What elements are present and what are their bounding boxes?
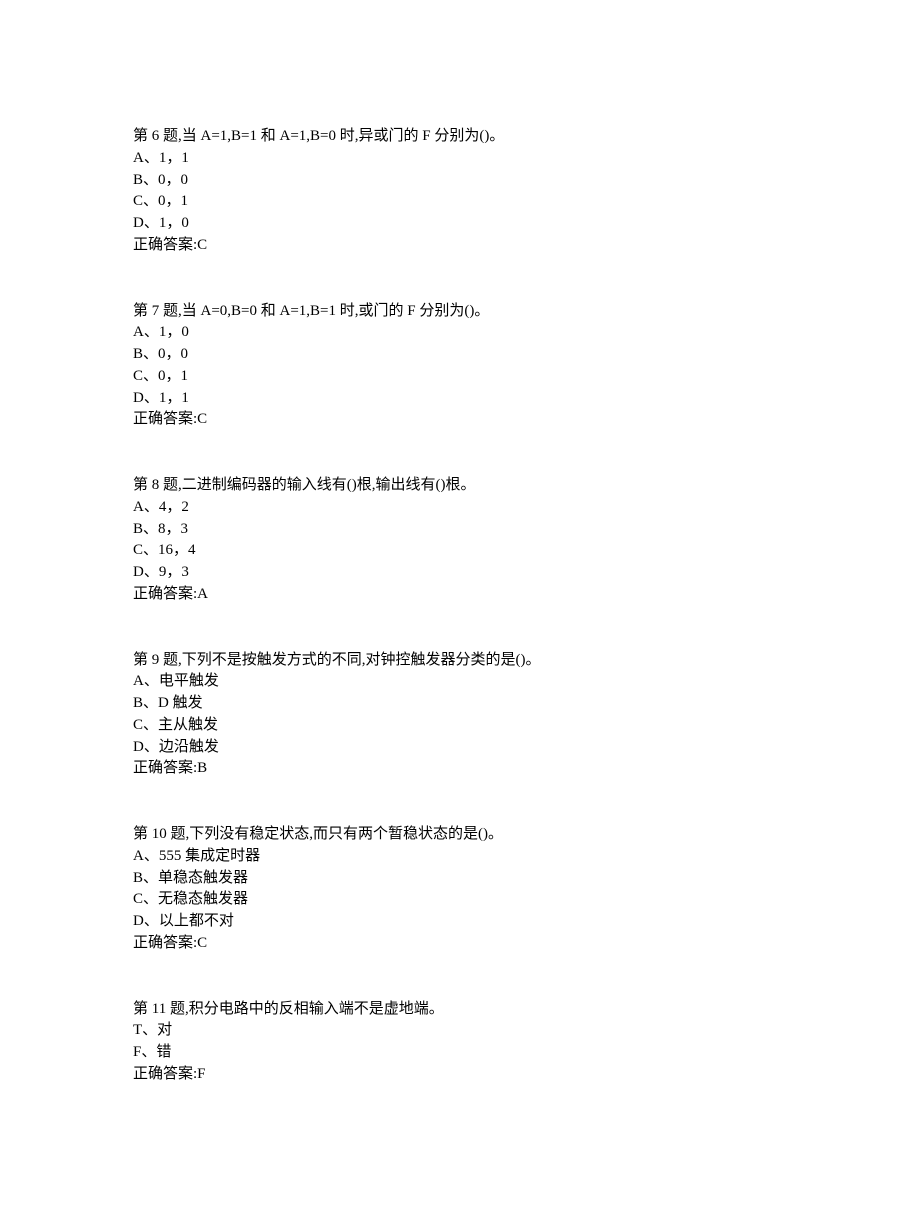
question-option: C、主从触发 [133, 715, 787, 737]
question-option: D、以上都不对 [133, 911, 787, 933]
question-option: D、1，0 [133, 213, 787, 235]
question-answer: 正确答案:F [133, 1064, 787, 1086]
question-8: 第 8 题,二进制编码器的输入线有()根,输出线有()根。 A、4，2 B、8，… [133, 475, 787, 606]
question-option: B、0，0 [133, 170, 787, 192]
question-option: B、单稳态触发器 [133, 868, 787, 890]
question-option: C、无稳态触发器 [133, 889, 787, 911]
question-option: D、边沿触发 [133, 737, 787, 759]
question-stem: 第 7 题,当 A=0,B=0 和 A=1,B=1 时,或门的 F 分别为()。 [133, 301, 787, 323]
question-option: B、D 触发 [133, 693, 787, 715]
question-answer: 正确答案:B [133, 758, 787, 780]
question-11: 第 11 题,积分电路中的反相输入端不是虚地端。 T、对 F、错 正确答案:F [133, 999, 787, 1086]
question-option: A、电平触发 [133, 671, 787, 693]
question-9: 第 9 题,下列不是按触发方式的不同,对钟控触发器分类的是()。 A、电平触发 … [133, 650, 787, 781]
question-option: B、8，3 [133, 519, 787, 541]
question-option: A、555 集成定时器 [133, 846, 787, 868]
question-answer: 正确答案:C [133, 933, 787, 955]
question-option: C、0，1 [133, 366, 787, 388]
document-page: 第 6 题,当 A=1,B=1 和 A=1,B=0 时,异或门的 F 分别为()… [0, 0, 920, 1210]
question-stem: 第 9 题,下列不是按触发方式的不同,对钟控触发器分类的是()。 [133, 650, 787, 672]
question-answer: 正确答案:C [133, 235, 787, 257]
question-answer: 正确答案:C [133, 409, 787, 431]
question-option: A、1，1 [133, 148, 787, 170]
question-stem: 第 11 题,积分电路中的反相输入端不是虚地端。 [133, 999, 787, 1021]
question-7: 第 7 题,当 A=0,B=0 和 A=1,B=1 时,或门的 F 分别为()。… [133, 301, 787, 432]
question-option: A、1，0 [133, 322, 787, 344]
question-option: B、0，0 [133, 344, 787, 366]
question-answer: 正确答案:A [133, 584, 787, 606]
question-option: C、0，1 [133, 191, 787, 213]
question-stem: 第 8 题,二进制编码器的输入线有()根,输出线有()根。 [133, 475, 787, 497]
question-option: C、16，4 [133, 540, 787, 562]
question-option: D、9，3 [133, 562, 787, 584]
question-stem: 第 10 题,下列没有稳定状态,而只有两个暂稳状态的是()。 [133, 824, 787, 846]
question-option: A、4，2 [133, 497, 787, 519]
question-option: D、1，1 [133, 388, 787, 410]
question-option: F、错 [133, 1042, 787, 1064]
question-option: T、对 [133, 1020, 787, 1042]
question-6: 第 6 题,当 A=1,B=1 和 A=1,B=0 时,异或门的 F 分别为()… [133, 126, 787, 257]
question-stem: 第 6 题,当 A=1,B=1 和 A=1,B=0 时,异或门的 F 分别为()… [133, 126, 787, 148]
question-10: 第 10 题,下列没有稳定状态,而只有两个暂稳状态的是()。 A、555 集成定… [133, 824, 787, 955]
